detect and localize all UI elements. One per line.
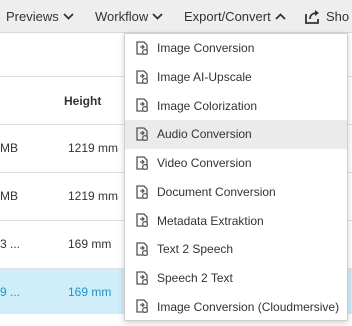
convert-document-icon: [136, 41, 149, 56]
menu-item-audio-conversion[interactable]: Audio Conversion: [125, 120, 347, 149]
menu-item-image-ai-upscale[interactable]: Image AI-Upscale: [125, 63, 347, 92]
menu-item-metadata-extraktion[interactable]: Metadata Extraktion: [125, 206, 347, 235]
convert-document-icon: [136, 299, 149, 314]
convert-document-icon: [136, 156, 149, 170]
cell-height: 169 mm: [68, 237, 112, 251]
export-convert-dropdown: Image Conversion Image AI-Upscale Image …: [124, 33, 348, 321]
cell-size: 9 ...: [0, 285, 21, 299]
menu-item-image-conversion[interactable]: Image Conversion: [125, 34, 347, 63]
convert-document-icon: [136, 98, 149, 113]
convert-document-icon: [136, 127, 149, 142]
menu-item-label: Audio Conversion: [157, 127, 252, 142]
menu-item-speech-2-text[interactable]: Speech 2 Text: [125, 264, 347, 293]
convert-document-icon: [136, 70, 149, 84]
column-header-height[interactable]: Height: [64, 77, 101, 125]
convert-document-icon: [136, 270, 149, 285]
chevron-down-icon: [152, 13, 163, 20]
menu-item-label: Image AI-Upscale: [157, 70, 252, 85]
menu-item-label: Video Conversion: [157, 156, 252, 171]
menu-item-label: Image Conversion: [157, 41, 255, 56]
previews-menu-button[interactable]: Previews: [6, 0, 74, 33]
cell-size: 3 ...: [0, 237, 21, 251]
menu-item-label: Speech 2 Text: [157, 270, 233, 285]
previews-label: Previews: [6, 9, 59, 24]
export-convert-menu-button[interactable]: Export/Convert: [184, 0, 286, 33]
cell-size: MB: [0, 141, 18, 155]
workflow-menu-button[interactable]: Workflow: [95, 0, 163, 33]
menu-item-image-conversion-cloudmersive[interactable]: Image Conversion (Cloudmersive): [125, 292, 347, 321]
show-menu-button[interactable]: Sho: [304, 0, 349, 33]
menu-item-label: Text 2 Speech: [157, 242, 234, 257]
chevron-up-icon: [275, 13, 286, 20]
menu-item-document-conversion[interactable]: Document Conversion: [125, 178, 347, 207]
convert-document-icon: [136, 242, 149, 256]
cell-height: 1219 mm: [68, 189, 119, 203]
cell-height: 1219 mm: [68, 141, 119, 155]
cell-size: MB: [0, 189, 18, 203]
share-icon: [305, 9, 319, 24]
menu-item-text-2-speech[interactable]: Text 2 Speech: [125, 235, 347, 264]
show-label: Sho: [326, 9, 350, 24]
menu-item-label: Metadata Extraktion: [157, 213, 264, 228]
export-convert-label: Export/Convert: [184, 9, 271, 24]
convert-document-icon: [136, 184, 149, 199]
convert-document-icon: [136, 213, 149, 228]
cell-height: 169 mm: [68, 285, 112, 299]
toolbar: Previews Workflow Export/Convert Sho: [0, 0, 352, 33]
chevron-down-icon: [63, 13, 74, 20]
menu-item-video-conversion[interactable]: Video Conversion: [125, 149, 347, 178]
menu-item-label: Document Conversion: [157, 184, 276, 199]
menu-item-label: Image Colorization: [157, 98, 258, 113]
menu-item-label: Image Conversion (Cloudmersive): [157, 299, 340, 314]
workflow-label: Workflow: [95, 9, 149, 24]
menu-item-image-colorization[interactable]: Image Colorization: [125, 91, 347, 120]
